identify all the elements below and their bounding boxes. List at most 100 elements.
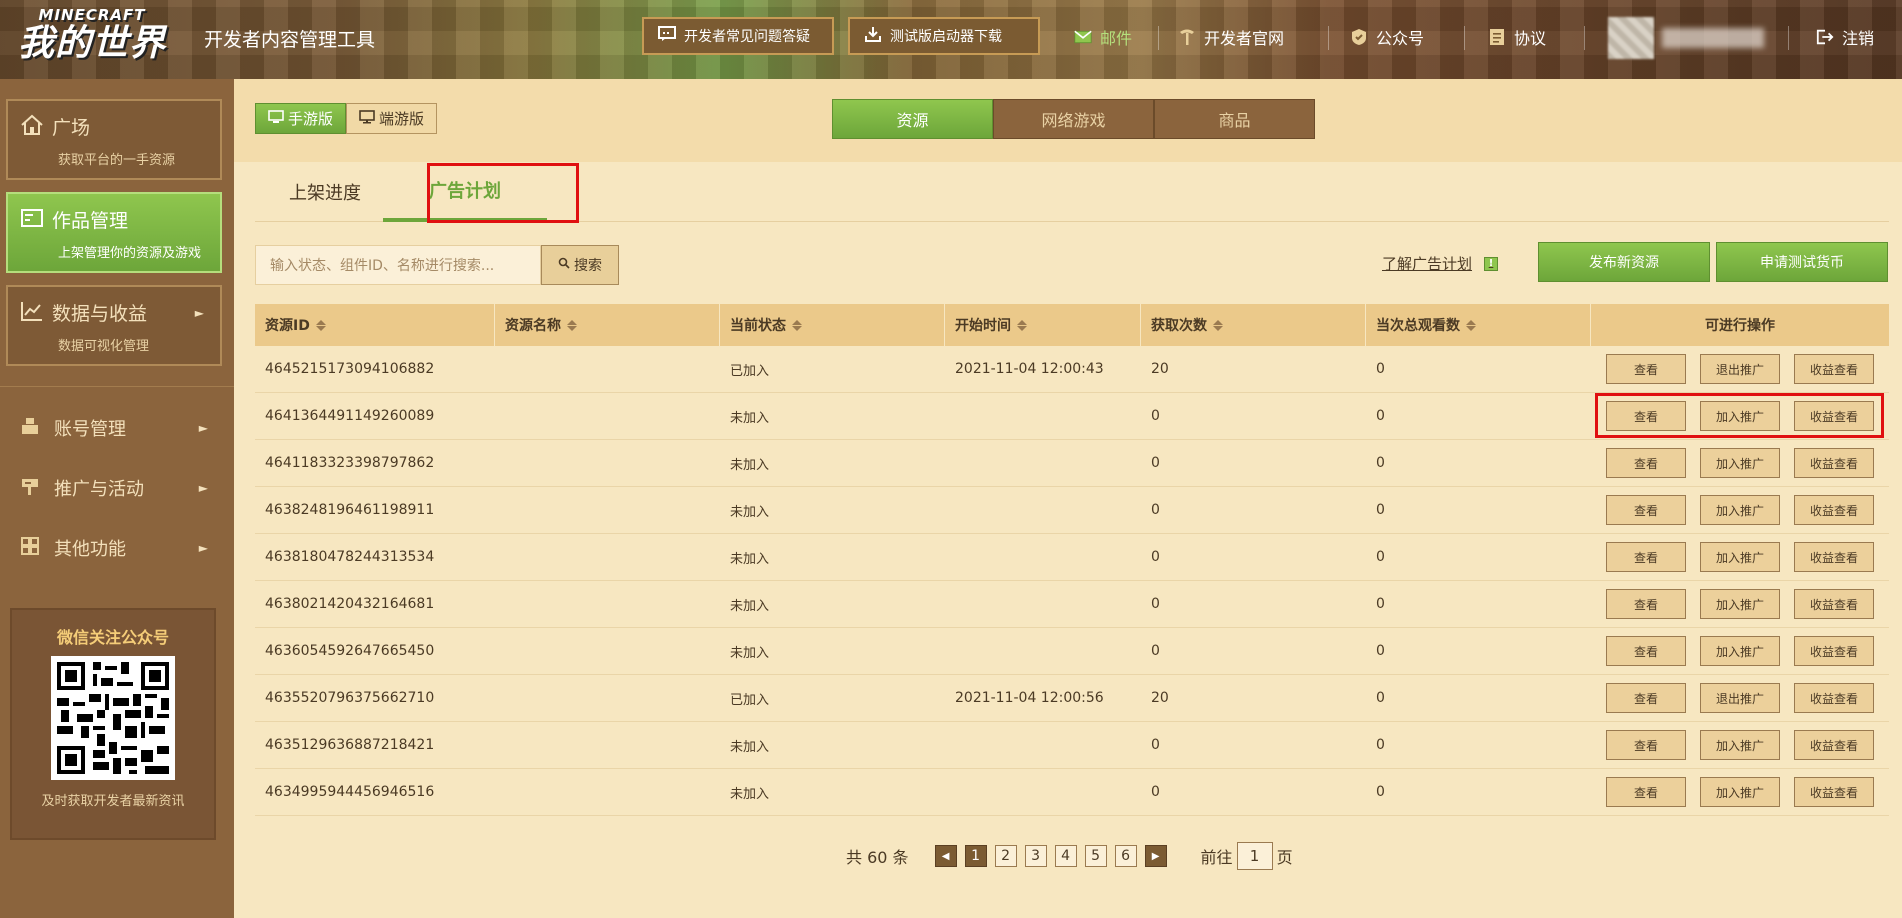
header-divider xyxy=(1328,26,1329,50)
official-account-link[interactable]: 公众号 xyxy=(1350,24,1424,50)
protocol-link[interactable]: 协议 xyxy=(1488,24,1546,50)
column-header-id[interactable]: 资源ID xyxy=(255,304,495,346)
apply-test-currency-button[interactable]: 申请测试货币 xyxy=(1716,242,1888,282)
view-button[interactable]: 查看 xyxy=(1606,495,1686,525)
promotion-toggle-button[interactable]: 加入推广 xyxy=(1700,730,1780,760)
table-header: 资源ID 资源名称 当前状态 开始时间 获取次数 当次总观看数 可进行操作 xyxy=(255,304,1889,346)
user-avatar[interactable] xyxy=(1608,17,1654,59)
goto-page: 前往 1 页 xyxy=(1201,842,1293,870)
promotion-toggle-button[interactable]: 加入推广 xyxy=(1700,589,1780,619)
revenue-view-button[interactable]: 收益查看 xyxy=(1794,683,1874,713)
sidebar-item-label: 数据与收益 xyxy=(52,303,148,325)
logout-link[interactable]: 注销 xyxy=(1816,24,1874,50)
revenue-view-button[interactable]: 收益查看 xyxy=(1794,777,1874,807)
cell-start-time: 2021-11-04 12:00:43 xyxy=(955,361,1104,377)
logo-english: MINECRAFT xyxy=(38,6,146,24)
tab-resources[interactable]: 资源 xyxy=(832,99,993,139)
cell-start-time xyxy=(945,628,1141,674)
page-number[interactable]: 6 xyxy=(1114,845,1137,867)
platform-pc-tab[interactable]: 端游版 xyxy=(346,103,438,134)
cell-start-time xyxy=(945,722,1141,768)
page-number[interactable]: 3 xyxy=(1024,845,1047,867)
prev-page-icon[interactable]: ◀ xyxy=(934,845,957,867)
publish-resource-button[interactable]: 发布新资源 xyxy=(1538,242,1710,282)
table-row: 4638180478244313534 未加入 0 0 查看 加入推广 收益查看 xyxy=(255,534,1889,581)
cell-resource-id: 4635520796375662710 xyxy=(265,690,435,706)
tab-goods[interactable]: 商品 xyxy=(1154,99,1315,139)
minecraft-logo[interactable]: MINECRAFT 我的世界 xyxy=(18,6,166,64)
revenue-view-button[interactable]: 收益查看 xyxy=(1794,542,1874,572)
search-input[interactable]: 输入状态、组件ID、名称进行搜索... xyxy=(255,245,541,285)
cell-status: 未加入 xyxy=(730,504,770,520)
revenue-view-button[interactable]: 收益查看 xyxy=(1794,589,1874,619)
sidebar-item-account[interactable]: 账号管理 ► xyxy=(20,413,208,443)
learn-ad-plan-link[interactable]: 了解广告计划 ! xyxy=(1382,253,1499,274)
promotion-toggle-button[interactable]: 退出推广 xyxy=(1700,354,1780,384)
cell-fetch-count: 0 xyxy=(1151,455,1160,471)
cell-fetch-count: 0 xyxy=(1151,784,1160,800)
column-header-status[interactable]: 当前状态 xyxy=(720,304,945,346)
view-button[interactable]: 查看 xyxy=(1606,777,1686,807)
pagination: 共 60 条 ◀ 123456 ▶ 前往 1 页 xyxy=(846,842,1293,870)
promotion-toggle-button[interactable]: 退出推广 xyxy=(1700,683,1780,713)
learn-ad-plan-label: 了解广告计划 xyxy=(1382,255,1473,273)
developer-site-link[interactable]: 开发者官网 xyxy=(1178,24,1284,50)
mail-label: 邮件 xyxy=(1100,29,1133,48)
page-number[interactable]: 5 xyxy=(1084,845,1107,867)
sidebar-item-promotion[interactable]: 推广与活动 ► xyxy=(20,473,208,503)
promotion-toggle-button[interactable]: 加入推广 xyxy=(1700,636,1780,666)
column-header-fetch-count[interactable]: 获取次数 xyxy=(1141,304,1366,346)
page-number[interactable]: 2 xyxy=(994,845,1017,867)
platform-pc-label: 端游版 xyxy=(379,110,425,128)
view-button[interactable]: 查看 xyxy=(1606,354,1686,384)
tab-network-games[interactable]: 网络游戏 xyxy=(993,99,1154,139)
cell-status: 未加入 xyxy=(730,786,770,802)
faq-button[interactable]: 开发者常见问题答疑 xyxy=(642,17,834,55)
promotion-toggle-button[interactable]: 加入推广 xyxy=(1700,495,1780,525)
search-button[interactable]: 搜索 xyxy=(541,245,619,285)
revenue-view-button[interactable]: 收益查看 xyxy=(1794,495,1874,525)
platform-mobile-tab[interactable]: 手游版 xyxy=(255,103,347,134)
revenue-view-button[interactable]: 收益查看 xyxy=(1794,636,1874,666)
view-button[interactable]: 查看 xyxy=(1606,730,1686,760)
revenue-view-button[interactable]: 收益查看 xyxy=(1794,448,1874,478)
sidebar-item-works[interactable]: 作品管理 上架管理你的资源及游戏 xyxy=(6,192,222,273)
view-button[interactable]: 查看 xyxy=(1606,542,1686,572)
column-header-start-time[interactable]: 开始时间 xyxy=(945,304,1141,346)
download-icon xyxy=(864,25,882,47)
download-launcher-button[interactable]: 测试版启动器下载 xyxy=(848,17,1040,55)
view-button[interactable]: 查看 xyxy=(1606,589,1686,619)
tab-listing-progress[interactable]: 上架进度 xyxy=(255,162,395,222)
page-number[interactable]: 4 xyxy=(1054,845,1077,867)
revenue-view-button[interactable]: 收益查看 xyxy=(1794,730,1874,760)
sort-icon xyxy=(315,319,326,331)
cell-actions: 查看 退出推广 收益查看 xyxy=(1591,675,1889,721)
promotion-toggle-button[interactable]: 加入推广 xyxy=(1700,777,1780,807)
view-button[interactable]: 查看 xyxy=(1606,636,1686,666)
next-page-icon[interactable]: ▶ xyxy=(1144,845,1167,867)
cell-fetch-count: 0 xyxy=(1151,549,1160,565)
page-number[interactable]: 1 xyxy=(964,845,987,867)
goto-page-input[interactable]: 1 xyxy=(1236,842,1273,870)
mail-link[interactable]: 邮件 xyxy=(1074,24,1132,50)
cell-status: 未加入 xyxy=(730,410,770,426)
view-button[interactable]: 查看 xyxy=(1606,448,1686,478)
folder-icon xyxy=(20,208,44,232)
goto-label: 前往 xyxy=(1200,848,1233,867)
cell-total-views: 0 xyxy=(1376,549,1385,565)
promotion-toggle-button[interactable]: 加入推广 xyxy=(1700,448,1780,478)
sidebar-item-data[interactable]: 数据与收益 数据可视化管理 ► xyxy=(6,285,222,366)
cell-actions: 查看 加入推广 收益查看 xyxy=(1591,628,1889,674)
cell-total-views: 0 xyxy=(1376,408,1385,424)
cell-resource-name xyxy=(495,534,720,580)
promotion-toggle-button[interactable]: 加入推广 xyxy=(1700,542,1780,572)
sidebar-item-other[interactable]: 其他功能 ► xyxy=(20,533,208,563)
revenue-view-button[interactable]: 收益查看 xyxy=(1794,354,1874,384)
cell-fetch-count: 20 xyxy=(1151,361,1169,377)
header-divider xyxy=(1788,26,1789,50)
column-header-name[interactable]: 资源名称 xyxy=(495,304,720,346)
cell-actions: 查看 加入推广 收益查看 xyxy=(1591,722,1889,768)
view-button[interactable]: 查看 xyxy=(1606,683,1686,713)
column-header-total-views[interactable]: 当次总观看数 xyxy=(1366,304,1591,346)
sidebar-item-plaza[interactable]: 广场 获取平台的一手资源 xyxy=(6,99,222,180)
